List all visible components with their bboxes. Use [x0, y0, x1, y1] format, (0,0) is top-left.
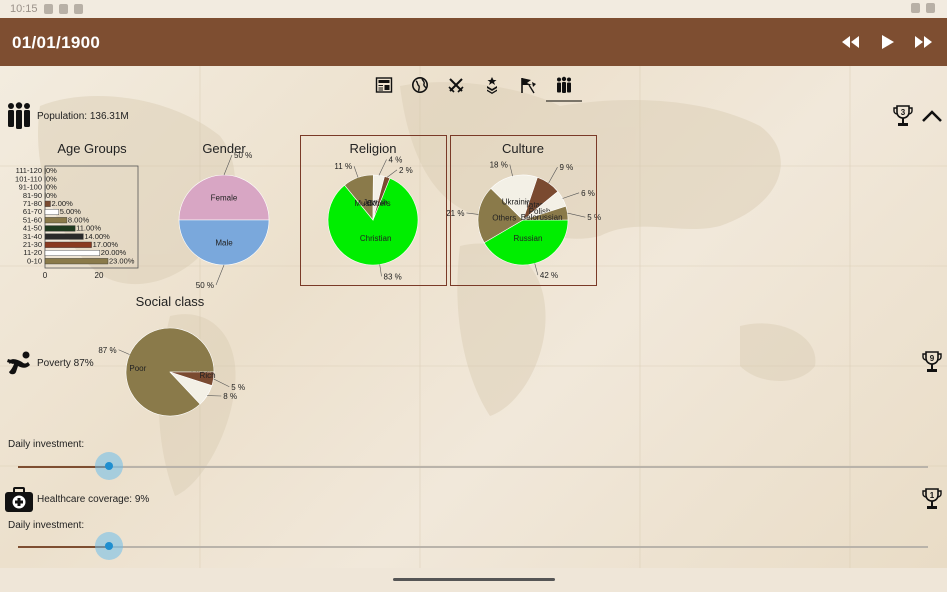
age-xtick-1: 20 — [95, 271, 104, 280]
poverty-trophy[interactable]: 9 — [922, 350, 942, 374]
home-gesture-handle[interactable] — [393, 578, 555, 581]
age-bar — [44, 208, 59, 215]
pie-slice-label: Rich — [200, 371, 216, 380]
social-class-pie: Poor87 %Middle8 %Rich5 % — [98, 327, 245, 417]
healthcare-investment-label: Daily investment: — [8, 520, 85, 531]
age-groups-title: Age Groups — [57, 141, 127, 156]
pie-leader-line — [118, 349, 130, 355]
pie-leader-line — [223, 154, 233, 176]
medical-kit-icon — [5, 487, 33, 512]
healthcare-rank: 1 — [930, 491, 935, 500]
age-value-label: 23.00% — [109, 256, 135, 265]
poverty-investment-label: Daily investment: — [8, 439, 85, 450]
pie-leader-line — [213, 378, 230, 388]
poverty-label: Poverty 87% — [37, 358, 94, 369]
age-bar — [44, 225, 76, 232]
social-class-title: Social class — [136, 294, 205, 309]
pie-slice-label: Female — [211, 194, 238, 203]
beggar-icon — [7, 351, 30, 375]
system-navigation-bar — [0, 568, 947, 592]
pie-percent-label: 50 % — [234, 151, 252, 160]
age-groups-categories: 111-120101-11091-10081-9071-8061-7051-60… — [15, 166, 42, 265]
pie-percent-label: 87 % — [98, 346, 116, 355]
age-bar — [44, 258, 109, 265]
age-bar — [44, 200, 51, 207]
gender-pie: Female 50 % Male 50 % — [178, 151, 270, 290]
religion-chart-frame[interactable] — [300, 135, 447, 286]
culture-chart-frame[interactable] — [450, 135, 597, 286]
poverty-rank: 9 — [930, 354, 935, 363]
age-bar — [44, 249, 100, 256]
age-bar — [44, 233, 84, 240]
pie-slice-label: Male — [215, 239, 233, 248]
poverty-investment-slider[interactable] — [18, 466, 928, 468]
healthcare-investment-slider[interactable] — [18, 546, 928, 548]
pie-leader-line — [215, 264, 225, 286]
age-bar — [44, 217, 68, 224]
healthcare-investment-thumb[interactable] — [95, 532, 123, 560]
age-category-label: 0-10 — [27, 256, 42, 265]
healthcare-trophy[interactable]: 1 — [922, 487, 942, 511]
pie-percent-label: 50 % — [196, 281, 214, 290]
age-bar — [44, 241, 92, 248]
pie-slice-label: Poor — [129, 364, 146, 373]
trophy-icon: 9 — [922, 351, 942, 372]
pie-percent-label: 8 % — [223, 392, 237, 401]
healthcare-label: Healthcare coverage: 9% — [37, 494, 150, 505]
pie-percent-label: 5 % — [231, 383, 245, 392]
trophy-icon: 1 — [922, 488, 942, 509]
poverty-investment-thumb[interactable] — [95, 452, 123, 480]
age-xtick-0: 0 — [43, 271, 48, 280]
